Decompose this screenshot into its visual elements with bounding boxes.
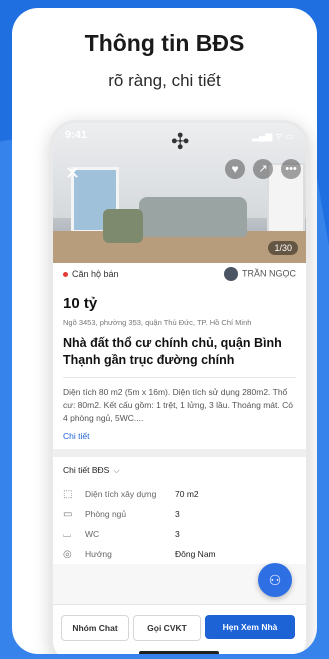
status-icons: ▂▄▆ ᯤ ▭ (252, 131, 294, 141)
detail-value: 3 (175, 509, 180, 519)
chat-group-button[interactable]: Nhóm Chat (61, 615, 129, 641)
chevron-down-icon: ⌵ (113, 465, 120, 475)
ceiling-fan-icon: ✣ (171, 129, 190, 154)
category-text: Căn hộ bán (72, 269, 119, 279)
listing-body: Căn hộ bán TRẦN NGỌC 10 tỷ Ngõ 3453, phư… (53, 263, 306, 564)
promo-background: Thông tin BĐS rõ ràng, chi tiết ✣ 9:41 ▂… (0, 0, 329, 659)
book-viewing-button[interactable]: Hẹn Xem Nhà (205, 615, 295, 639)
listing-title: Nhà đất thổ cư chính chủ, quận Bình Thạn… (63, 336, 282, 367)
details-header-label: Chi tiết BĐS (63, 465, 110, 475)
detail-label: Phòng ngủ (85, 509, 127, 519)
detail-label: Hướng (85, 549, 112, 559)
promo-card: Thông tin BĐS rõ ràng, chi tiết ✣ 9:41 ▂… (12, 8, 317, 654)
action-bar: Nhóm Chat Gọi CVKT Hẹn Xem Nhà (53, 604, 306, 654)
detail-label: WC (85, 529, 100, 539)
description: Diện tích 80 m2 (5m x 16m). Diện tích sử… (63, 387, 293, 423)
promo-headline: Thông tin BĐS (84, 30, 245, 56)
promo-subline: rõ ràng, chi tiết (108, 71, 221, 90)
bath-icon: ⌴ (63, 528, 71, 540)
category-label: Căn hộ bán (63, 269, 119, 279)
detail-value: Đông Nam (175, 549, 216, 559)
compass-icon: ◎ (63, 548, 72, 560)
phone-mockup: ✣ 9:41 ▂▄▆ ᯤ ▭ ✕ ♥ ↗ ••• 1/30 Căn hộ bán… (50, 120, 309, 654)
photo-counter: 1/30 (268, 241, 298, 255)
detail-label: Diện tích xây dựng (85, 489, 157, 499)
detail-row-bedrooms: ▭ Phòng ngủ 3 (63, 504, 296, 524)
owner[interactable]: TRẦN NGỌC (224, 267, 296, 281)
area-icon: ⬚ (63, 488, 73, 500)
price: 10 tỷ (63, 295, 98, 312)
detail-row-direction: ◎ Hướng Đông Nam (63, 544, 296, 564)
contacts-fab-button[interactable]: ⚇ (258, 563, 292, 597)
section-gap (53, 449, 306, 457)
listing-photo[interactable]: ✣ 9:41 ▂▄▆ ᯤ ▭ ✕ ♥ ↗ ••• 1/30 (53, 123, 306, 263)
owner-name: TRẦN NGỌC (242, 268, 296, 279)
detail-row-wc: ⌴ WC 3 (63, 524, 296, 544)
avatar (224, 267, 238, 281)
address: Ngõ 3453, phường 353, quận Thủ Đức, TP. … (63, 318, 252, 327)
category-dot-icon (63, 272, 68, 278)
details-header[interactable]: Chi tiết BĐS ⌵ (63, 465, 296, 476)
more-icon[interactable]: ••• (281, 159, 301, 179)
listing-meta: Căn hộ bán TRẦN NGỌC (53, 263, 306, 287)
group-icon: ⚇ (268, 572, 282, 588)
call-agent-button[interactable]: Gọi CVKT (133, 615, 201, 641)
close-icon[interactable]: ✕ (65, 163, 80, 184)
details-section: Chi tiết BĐS ⌵ ⬚ Diện tích xây dựng 70 m2 ▭… (53, 457, 306, 564)
bed-icon: ▭ (63, 508, 73, 520)
share-icon[interactable]: ↗ (253, 159, 273, 179)
status-time: 9:41 (65, 129, 88, 141)
detail-value: 3 (175, 529, 180, 539)
photo-chair (103, 209, 143, 243)
photo-sofa (139, 197, 247, 237)
detail-value: 70 m2 (175, 489, 199, 499)
heart-icon[interactable]: ♥ (225, 159, 245, 179)
detail-row-area: ⬚ Diện tích xây dựng 70 m2 (63, 484, 296, 504)
home-indicator (139, 651, 219, 654)
details-link[interactable]: Chi tiết (53, 425, 306, 449)
